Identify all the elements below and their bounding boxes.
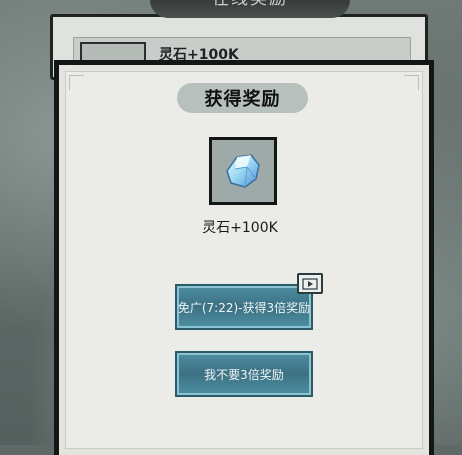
video-play-icon [297, 273, 323, 294]
decline-triple-reward-button[interactable]: 我不要3倍奖励 [175, 351, 313, 397]
online-reward-title-bar: 在线奖励 [150, 0, 350, 18]
corner-ornament [69, 75, 84, 90]
ad-triple-reward-button[interactable]: 免广(7:22)-获得3倍奖励 [175, 284, 313, 330]
corner-ornament [404, 75, 419, 90]
reward-dialog: 获得奖励 灵石+100K 免广(7:22)-获得3倍奖励 我不要3倍奖励 [54, 60, 434, 455]
spirit-stone-icon [226, 154, 260, 188]
online-reward-title: 在线奖励 [150, 0, 350, 9]
dialog-title: 获得奖励 [204, 89, 281, 110]
dialog-title-pill: 获得奖励 [177, 83, 308, 113]
reward-item-slot[interactable] [209, 137, 277, 205]
reward-label: 灵石+100K [202, 220, 278, 236]
